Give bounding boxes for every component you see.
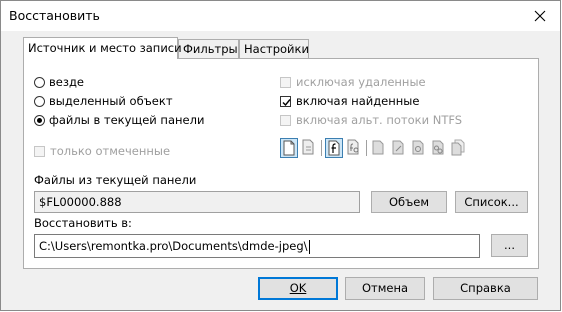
- close-icon[interactable]: [529, 5, 551, 27]
- radio-label: файлы в текущей панели: [49, 113, 205, 127]
- toolbar-separator: [321, 140, 322, 156]
- checkbox-label: включая найденные: [296, 94, 420, 108]
- doc-gear-icon[interactable]: [410, 138, 428, 158]
- restore-path-value: C:\Users\remontka.pro\Documents\dmde-jpe…: [39, 239, 308, 253]
- restore-dialog: Восстановить Источник и место записи Фил…: [0, 0, 561, 311]
- checkbox-label: исключая удаленные: [296, 75, 426, 89]
- checkmark-icon: [282, 98, 291, 106]
- radio-label: везде: [49, 75, 84, 89]
- radio-current-panel-files[interactable]: файлы в текущей панели: [34, 113, 204, 127]
- ok-button-label: OK: [289, 281, 307, 295]
- checkbox-box: [34, 145, 45, 157]
- doc-icon[interactable]: [370, 138, 388, 158]
- checkbox-box: [280, 114, 291, 126]
- tab-panel-source: везде выделенный объект файлы в текущей …: [23, 58, 539, 269]
- window-title: Восстановить: [9, 8, 100, 23]
- text-caret: [308, 239, 310, 254]
- ok-button[interactable]: OK: [258, 277, 338, 300]
- checkbox-exclude-deleted[interactable]: исключая удаленные: [280, 75, 426, 89]
- list-button[interactable]: Список...: [455, 191, 528, 213]
- checkbox-include-ntfs-streams[interactable]: включая альт. потоки NTFS: [280, 113, 462, 127]
- radio-indicator: [34, 114, 45, 126]
- cancel-button[interactable]: Отмена: [345, 277, 425, 300]
- checkbox-box: [280, 76, 291, 88]
- checkbox-label: включая альт. потоки NTFS: [296, 113, 463, 127]
- volume-button[interactable]: Объем: [371, 191, 447, 213]
- file-icon[interactable]: [280, 138, 298, 158]
- checkbox-include-found[interactable]: включая найденные: [280, 94, 419, 108]
- files-panel-field: $FL00000.888: [34, 191, 360, 213]
- restore-path-input[interactable]: C:\Users\remontka.pro\Documents\dmde-jpe…: [34, 234, 480, 258]
- help-button[interactable]: Справка: [433, 277, 538, 300]
- file-f-gear-icon[interactable]: [345, 138, 363, 158]
- browse-button[interactable]: ...: [491, 234, 528, 257]
- tab-filters[interactable]: Фильтры: [178, 39, 239, 58]
- checkbox-label: только отмеченные: [50, 144, 171, 158]
- radio-indicator: [34, 95, 45, 107]
- tab-source[interactable]: Источник и место записи: [23, 37, 182, 59]
- doc-edit-icon[interactable]: [390, 138, 408, 158]
- checkbox-only-marked[interactable]: только отмеченные: [34, 144, 170, 158]
- radio-indicator: [34, 76, 45, 88]
- checkbox-box: [280, 95, 291, 107]
- restore-to-label: Восстановить в:: [34, 216, 132, 230]
- tab-settings[interactable]: Настройки: [239, 39, 309, 58]
- file-f-icon[interactable]: [325, 138, 343, 158]
- title-bar: Восстановить: [1, 1, 560, 31]
- doc-gears-icon[interactable]: [430, 138, 448, 158]
- toolbar-separator: [366, 140, 367, 156]
- doc-multi-icon[interactable]: [450, 138, 468, 158]
- radio-everywhere[interactable]: везде: [34, 75, 84, 89]
- file-plain-icon[interactable]: [300, 138, 318, 158]
- files-panel-label: Файлы из текущей панели: [34, 173, 197, 187]
- radio-label: выделенный объект: [49, 94, 173, 108]
- radio-selected-object[interactable]: выделенный объект: [34, 94, 173, 108]
